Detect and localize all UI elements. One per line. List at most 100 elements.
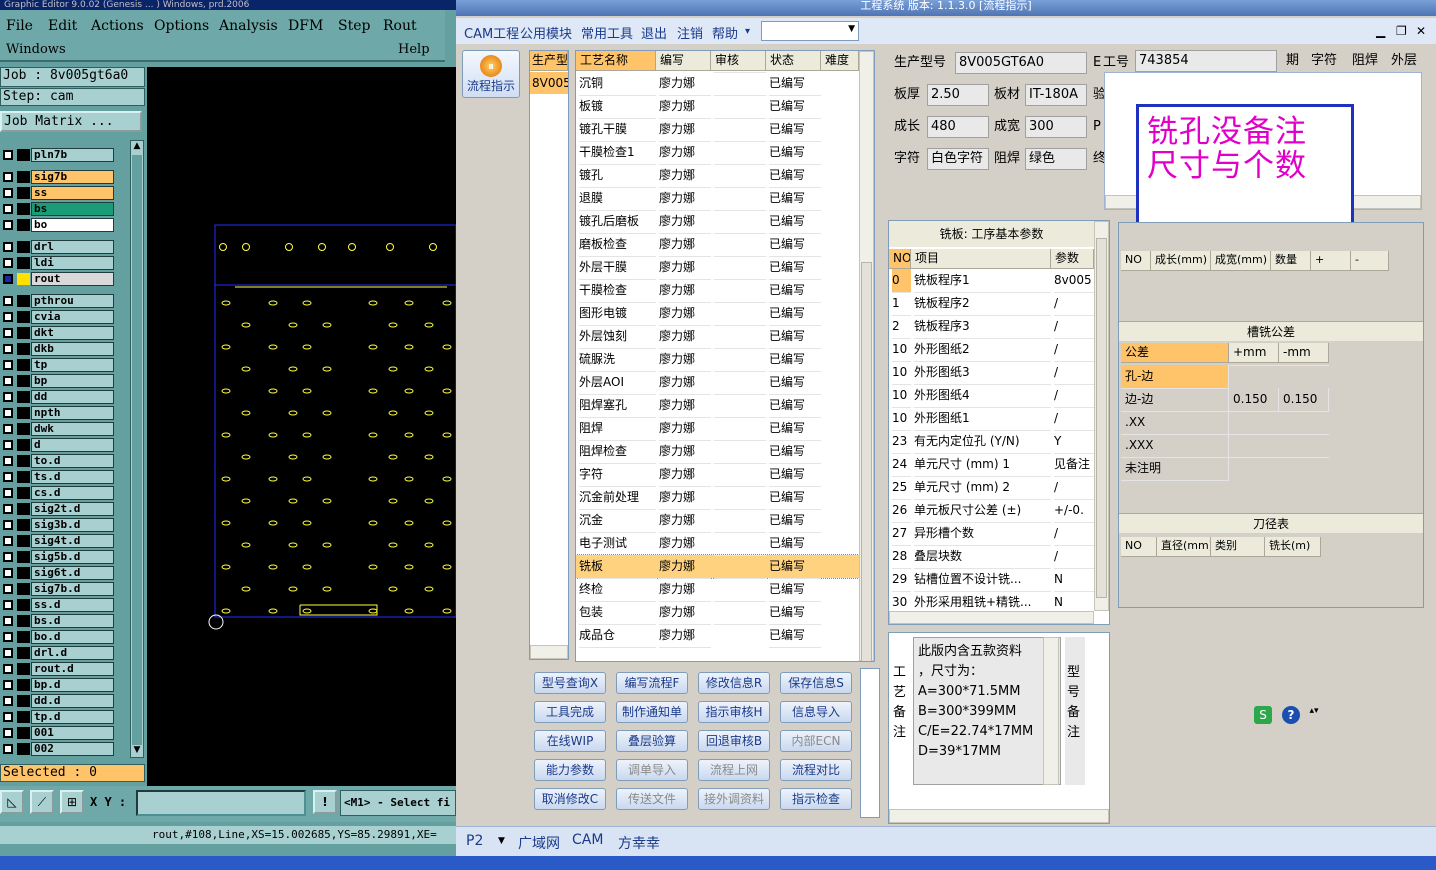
layer-checkbox[interactable] xyxy=(3,172,13,182)
menu-help[interactable]: 帮助 xyxy=(712,23,738,42)
params-vscroll[interactable] xyxy=(1094,221,1109,611)
action-button[interactable]: 回退审核B xyxy=(698,730,770,752)
params-row[interactable]: 10 外形图纸2/ xyxy=(889,338,1094,362)
scroll-down-icon[interactable]: ▼ xyxy=(131,745,143,757)
remarks-hscroll[interactable] xyxy=(889,809,1109,823)
layer-name[interactable]: sig5b.d xyxy=(31,550,114,564)
layer-row[interactable]: cvia xyxy=(0,310,116,324)
menu-dfm[interactable]: DFM xyxy=(288,18,323,34)
params-hscroll[interactable] xyxy=(889,611,1094,624)
layer-checkbox[interactable] xyxy=(3,220,13,230)
layer-row[interactable]: 001 xyxy=(0,726,116,740)
layer-checkbox[interactable] xyxy=(3,312,13,322)
layer-checkbox[interactable] xyxy=(3,488,13,498)
layer-name[interactable]: rout xyxy=(31,272,114,286)
skype-icon[interactable]: S xyxy=(1254,706,1272,724)
tolerance-cell[interactable] xyxy=(1279,457,1329,458)
scroll-thumb[interactable] xyxy=(1096,238,1107,598)
layer-row[interactable]: sig5b.d xyxy=(0,550,116,564)
menu-file[interactable]: File xyxy=(6,18,33,34)
material-field[interactable]: IT-180A xyxy=(1025,84,1087,106)
alert-icon[interactable]: ! xyxy=(313,790,337,814)
layer-checkbox[interactable] xyxy=(3,360,13,370)
action-button[interactable]: 流程上网 xyxy=(698,759,770,781)
action-button[interactable]: 编写流程F xyxy=(616,672,688,694)
layer-name[interactable]: dd xyxy=(31,390,114,404)
layer-name[interactable]: drl.d xyxy=(31,646,114,660)
process-col-header[interactable]: 工艺名称 xyxy=(576,51,656,71)
layer-row[interactable]: bo xyxy=(0,218,116,232)
layer-row[interactable]: tp.d xyxy=(0,710,116,724)
process-col-header[interactable]: 难度 xyxy=(821,51,859,71)
model-list-item[interactable]: 8V005 xyxy=(530,72,568,94)
width-field[interactable]: 300 xyxy=(1025,116,1087,138)
layer-row[interactable]: sig3b.d xyxy=(0,518,116,532)
action-button[interactable]: 能力参数 xyxy=(534,759,606,781)
process-row[interactable]: 外层蚀刻 廖力娜 已编写 xyxy=(576,325,859,349)
chevron-down-icon[interactable]: ▼ xyxy=(498,836,505,846)
layer-name[interactable]: dkt xyxy=(31,326,114,340)
length-field[interactable]: 480 xyxy=(927,116,989,138)
layer-row[interactable]: dd.d xyxy=(0,694,116,708)
menu-analysis[interactable]: Analysis xyxy=(219,18,278,34)
layer-name[interactable]: tp.d xyxy=(31,710,114,724)
layer-row[interactable]: pln7b xyxy=(0,148,116,162)
layer-list-scrollbar[interactable]: ▲ ▼ xyxy=(130,140,144,758)
action-button[interactable]: 保存信息S xyxy=(780,672,852,694)
layer-name[interactable]: to.d xyxy=(31,454,114,468)
menu-help[interactable]: Help xyxy=(398,42,430,57)
layer-name[interactable]: dwk xyxy=(31,422,114,436)
layer-row[interactable]: bo.d xyxy=(0,630,116,644)
layer-row[interactable]: pthrou xyxy=(0,294,116,308)
action-button[interactable]: 指示审核H xyxy=(698,701,770,723)
process-row[interactable]: 镀孔 廖力娜 已编写 xyxy=(576,164,859,188)
process-row[interactable]: 镀孔后磨板 廖力娜 已编写 xyxy=(576,210,859,234)
mask-field[interactable]: 绿色 xyxy=(1025,148,1087,170)
layer-checkbox[interactable] xyxy=(3,536,13,546)
layer-checkbox[interactable] xyxy=(3,680,13,690)
layer-name[interactable]: sig7b.d xyxy=(31,582,114,596)
params-row[interactable]: 23 有无内定位孔 (Y/N) Y xyxy=(889,430,1094,454)
model-field[interactable]: 8V005GT6A0 xyxy=(955,52,1087,74)
action-button[interactable]: 制作通知单 xyxy=(616,701,688,723)
thickness-field[interactable]: 2.50 xyxy=(927,84,989,106)
tab-p2[interactable]: P2 xyxy=(466,833,483,849)
layer-checkbox[interactable] xyxy=(3,504,13,514)
measure-icon[interactable]: ⟋ xyxy=(30,790,54,814)
layer-name[interactable]: ts.d xyxy=(31,470,114,484)
job-matrix-button[interactable]: Job Matrix ... xyxy=(0,111,142,132)
process-row[interactable]: 干膜检查1 廖力娜 已编写 xyxy=(576,141,859,165)
remarks-vscroll[interactable] xyxy=(1043,637,1059,785)
layer-checkbox[interactable] xyxy=(3,632,13,642)
layer-checkbox[interactable] xyxy=(3,242,13,252)
layer-name[interactable]: dd.d xyxy=(31,694,114,708)
process-col-header[interactable]: 状态 xyxy=(766,51,821,71)
layer-checkbox[interactable] xyxy=(3,188,13,198)
layer-name[interactable]: 001 xyxy=(31,726,114,740)
layer-checkbox[interactable] xyxy=(3,664,13,674)
toolbar-combo[interactable]: ▼ xyxy=(761,21,859,41)
layer-checkbox[interactable] xyxy=(3,696,13,706)
layer-name[interactable]: sig3b.d xyxy=(31,518,114,532)
grid-icon[interactable]: ⊞ xyxy=(60,790,84,814)
menu-edit[interactable]: Edit xyxy=(48,18,77,34)
layer-name[interactable]: cvia xyxy=(31,310,114,324)
layer-row[interactable]: tp xyxy=(0,358,116,372)
action-button[interactable]: 在线WIP xyxy=(534,730,606,752)
layer-row[interactable]: to.d xyxy=(0,454,116,468)
scroll-up-icon[interactable]: ▲ xyxy=(131,141,143,153)
layer-checkbox[interactable] xyxy=(3,600,13,610)
tab-user[interactable]: 方幸幸 xyxy=(618,833,660,853)
tolerance-cell[interactable]: 0.150 xyxy=(1279,388,1329,412)
tolerance-cell[interactable]: .XXX xyxy=(1121,434,1229,458)
tab-cam[interactable]: CAM xyxy=(572,832,603,848)
tolerance-cell[interactable] xyxy=(1229,365,1279,366)
layer-row[interactable]: bp.d xyxy=(0,678,116,692)
layer-row[interactable]: dkb xyxy=(0,342,116,356)
action-button[interactable]: 调单导入 xyxy=(616,759,688,781)
action-button[interactable]: 传送文件 xyxy=(616,788,688,810)
layer-row[interactable]: 002 xyxy=(0,742,116,756)
layer-checkbox[interactable] xyxy=(3,552,13,562)
remarks-text[interactable]: 此版内含五款资料 ，尺寸为： A=300*71.5MM B=300*399MM C/E=… xyxy=(913,637,1061,785)
layer-row[interactable]: cs.d xyxy=(0,486,116,500)
